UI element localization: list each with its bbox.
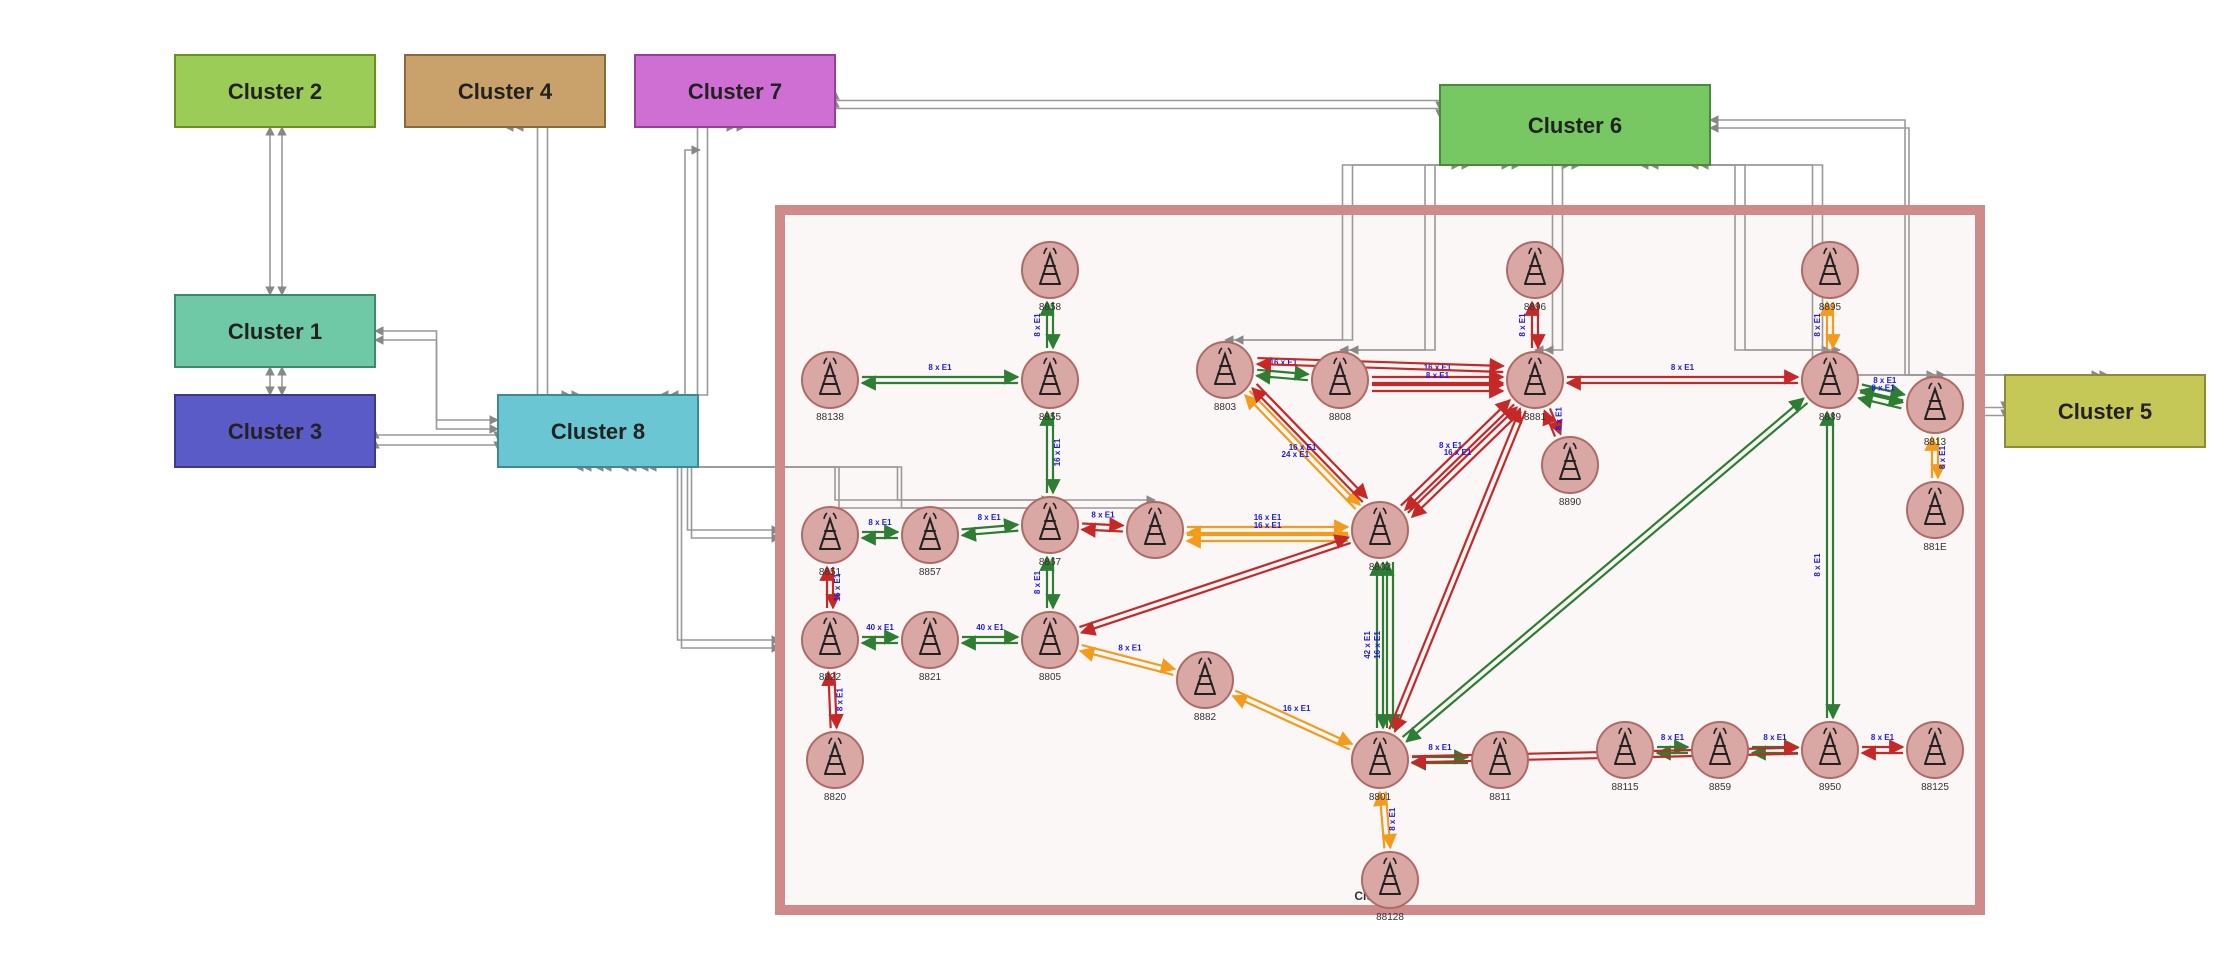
- node-id-label: 8808: [1329, 412, 1352, 423]
- link-capacity-label: 40 x E1: [976, 623, 1004, 632]
- link-capacity-label: 16 x E1: [1254, 521, 1282, 530]
- link-capacity-label: 16 x E1: [1444, 448, 1472, 457]
- c8-label: Cluster 8: [551, 419, 645, 444]
- node-id-label: 8811: [1489, 792, 1511, 803]
- node-id-label: 8805: [1039, 672, 1062, 683]
- inter-cluster-link: [515, 127, 580, 395]
- c4-label: Cluster 4: [458, 79, 553, 104]
- link-capacity-label: 16 x E1: [1053, 438, 1062, 466]
- node-id-label: 8801: [1369, 792, 1392, 803]
- inter-cluster-link: [505, 127, 570, 395]
- link-capacity-label: 8 x E1: [868, 518, 892, 527]
- node-id-label: 88128: [1376, 912, 1404, 923]
- link-capacity-label: 8 x E1: [1763, 733, 1787, 742]
- node-id-label: 8813: [1924, 437, 1947, 448]
- node-id-label: 8889: [1819, 412, 1842, 423]
- inter-cluster-link: [660, 127, 735, 395]
- link-capacity-label: 8 x E1: [1426, 371, 1450, 380]
- node-id-label: 88115: [1611, 782, 1639, 793]
- node-id-label: 8802: [1369, 562, 1392, 573]
- link-capacity-label: 8 x E1: [1118, 643, 1142, 652]
- link-capacity-label: 16 x E1: [1289, 443, 1317, 452]
- tower-node-hub[interactable]: [1127, 502, 1183, 558]
- node-id-label: 881E: [1923, 542, 1947, 553]
- link-capacity-label: 8 x E1: [1033, 313, 1042, 337]
- inter-cluster-link: [670, 150, 700, 395]
- link-capacity-label: 8 x E1: [1938, 445, 1947, 469]
- node-id-label: 8896: [1524, 302, 1547, 313]
- inter-cluster-link: [375, 430, 498, 440]
- node-id-label: 8882: [1194, 712, 1217, 723]
- inter-cluster-link: [835, 91, 1440, 110]
- link-capacity-label: 8 x E1: [1033, 570, 1042, 594]
- link-capacity-label: 8 x E1: [1428, 743, 1452, 752]
- node-id-label: 8803: [1214, 402, 1237, 413]
- link-capacity-label: 8 x E1: [1555, 407, 1564, 431]
- inter-cluster-link: [375, 340, 498, 429]
- inter-cluster-link: [835, 99, 1440, 118]
- inter-cluster-link: [670, 127, 745, 395]
- link-capacity-label: 8 x E1: [1871, 384, 1895, 393]
- link-capacity-label: 16 x E1: [1283, 704, 1311, 713]
- link-capacity-label: 8 x E1: [1871, 733, 1895, 742]
- link-capacity-label: 8 x E1: [978, 513, 1002, 522]
- link-capacity-label: 8 x E1: [1671, 363, 1695, 372]
- link-capacity-label: 16 x E1: [1373, 631, 1382, 659]
- link-capacity-label: 8 x E1: [1388, 807, 1397, 831]
- inter-cluster-link: [595, 467, 780, 530]
- node-id-label: 8822: [819, 672, 842, 683]
- inter-cluster-link: [375, 440, 498, 450]
- c2-label: Cluster 2: [228, 79, 322, 104]
- link-capacity-label: 8 x E1: [1091, 511, 1115, 520]
- node-id-label: 8881: [1524, 412, 1547, 423]
- node-id-label: 8895: [1819, 302, 1842, 313]
- node-id-label: 8821: [919, 672, 942, 683]
- link-capacity-label: 8 x E1: [1813, 313, 1822, 337]
- node-id-label: 8890: [1559, 497, 1582, 508]
- link-capacity-label: 8 x E1: [1813, 553, 1822, 577]
- node-id-label: 8857: [919, 567, 942, 578]
- link-capacity-label: 40 x E1: [866, 623, 894, 632]
- node-id-label: 88138: [816, 412, 844, 423]
- node-id-label: 8858: [1039, 302, 1062, 313]
- inter-cluster-link: [575, 467, 780, 640]
- node-id-label: 8859: [1709, 782, 1732, 793]
- c5-label: Cluster 5: [2058, 399, 2152, 424]
- node-id-label: 88125: [1921, 782, 1949, 793]
- c7-label: Cluster 7: [688, 79, 782, 104]
- node-id-label: 8867: [1039, 557, 1062, 568]
- c1-label: Cluster 1: [228, 319, 322, 344]
- link-capacity-label: 8 x E1: [1661, 733, 1685, 742]
- link-capacity-label: 42 x E1: [1363, 631, 1372, 659]
- diagram-canvas: Cluster 9 Cluster 2Cluster 4Cluster 7Clu…: [0, 0, 2236, 974]
- node-id-label: 8950: [1819, 782, 1842, 793]
- link-capacity-label: 8 x E1: [1518, 313, 1527, 337]
- c6-label: Cluster 6: [1528, 113, 1622, 138]
- inter-cluster-link: [583, 467, 780, 648]
- link-capacity-label: 8 x E1: [928, 363, 952, 372]
- inter-cluster-link: [603, 467, 780, 538]
- node-id-label: 8851: [819, 567, 842, 578]
- link-capacity-label: 8 x E1: [835, 687, 844, 711]
- node-id-label: 8855: [1039, 412, 1062, 423]
- node-id-label: 8820: [824, 792, 847, 803]
- c3-label: Cluster 3: [228, 419, 322, 444]
